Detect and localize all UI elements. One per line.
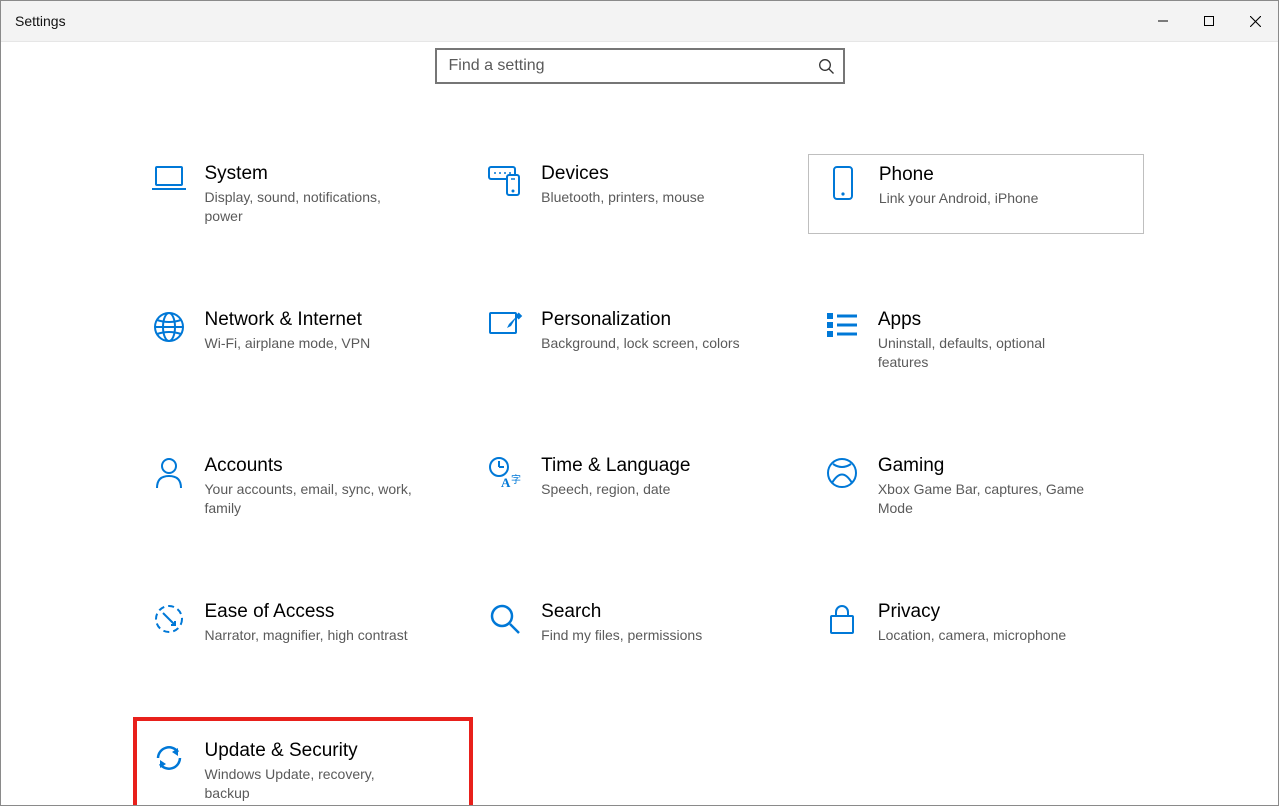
- tile-desc: Find my files, permissions: [541, 626, 702, 645]
- window-controls: [1140, 1, 1278, 41]
- apps-list-icon: [818, 310, 866, 350]
- search-icon: [818, 58, 835, 75]
- tile-desc: Xbox Game Bar, captures, Game Mode: [878, 480, 1088, 518]
- tile-system[interactable]: System Display, sound, notifications, po…: [135, 154, 472, 234]
- lock-icon: [818, 602, 866, 642]
- tile-search[interactable]: Search Find my files, permissions: [471, 592, 808, 653]
- tile-title: Apps: [878, 308, 1088, 332]
- settings-window: Settings: [0, 0, 1279, 806]
- tile-title: Devices: [541, 162, 704, 186]
- tile-apps[interactable]: Apps Uninstall, defaults, optional featu…: [808, 300, 1145, 380]
- tile-desc: Uninstall, defaults, optional features: [878, 334, 1088, 372]
- tile-update-security[interactable]: Update & Security Windows Update, recove…: [135, 719, 472, 805]
- tile-network[interactable]: Network & Internet Wi-Fi, airplane mode,…: [135, 300, 472, 380]
- tile-title: Time & Language: [541, 454, 690, 478]
- tile-desc: Link your Android, iPhone: [879, 189, 1039, 208]
- tile-personalization[interactable]: Personalization Background, lock screen,…: [471, 300, 808, 380]
- tile-time-language[interactable]: A 字 Time & Language Speech, region, date: [471, 446, 808, 526]
- tile-gaming[interactable]: Gaming Xbox Game Bar, captures, Game Mod…: [808, 446, 1145, 526]
- tile-title: Update & Security: [205, 739, 415, 763]
- tile-privacy[interactable]: Privacy Location, camera, microphone: [808, 592, 1145, 653]
- tile-title: Phone: [879, 163, 1039, 187]
- paint-icon: [481, 310, 529, 350]
- search-container: [435, 48, 845, 84]
- tile-desc: Windows Update, recovery, backup: [205, 765, 415, 803]
- tile-desc: Speech, region, date: [541, 480, 690, 499]
- search-input[interactable]: [447, 56, 818, 76]
- tile-desc: Location, camera, microphone: [878, 626, 1066, 645]
- devices-icon: [481, 164, 529, 204]
- ease-of-access-icon: [145, 602, 193, 642]
- categories-grid: System Display, sound, notifications, po…: [135, 154, 1145, 805]
- tile-title: Privacy: [878, 600, 1066, 624]
- person-icon: [145, 456, 193, 496]
- tile-accounts[interactable]: Accounts Your accounts, email, sync, wor…: [135, 446, 472, 526]
- content-area: System Display, sound, notifications, po…: [1, 42, 1278, 805]
- tile-devices[interactable]: Devices Bluetooth, printers, mouse: [471, 154, 808, 234]
- tile-title: Ease of Access: [205, 600, 408, 624]
- time-language-icon: A 字: [481, 456, 529, 496]
- tile-title: Gaming: [878, 454, 1088, 478]
- tile-desc: Bluetooth, printers, mouse: [541, 188, 704, 207]
- tile-desc: Your accounts, email, sync, work, family: [205, 480, 415, 518]
- tile-title: Personalization: [541, 308, 739, 332]
- tile-title: Network & Internet: [205, 308, 371, 332]
- tile-title: Search: [541, 600, 702, 624]
- tile-desc: Wi-Fi, airplane mode, VPN: [205, 334, 371, 353]
- svg-text:A: A: [501, 475, 511, 490]
- magnifier-icon: [481, 602, 529, 642]
- sync-icon: [145, 741, 193, 781]
- tile-title: System: [205, 162, 415, 186]
- svg-text:字: 字: [511, 473, 521, 486]
- tile-desc: Background, lock screen, colors: [541, 334, 739, 353]
- globe-icon: [145, 310, 193, 350]
- tile-ease-of-access[interactable]: Ease of Access Narrator, magnifier, high…: [135, 592, 472, 653]
- tile-phone[interactable]: Phone Link your Android, iPhone: [808, 154, 1145, 234]
- window-title: Settings: [15, 13, 66, 29]
- title-bar: Settings: [1, 1, 1278, 42]
- maximize-button[interactable]: [1186, 1, 1232, 41]
- minimize-button[interactable]: [1140, 1, 1186, 41]
- xbox-icon: [818, 456, 866, 496]
- tile-desc: Narrator, magnifier, high contrast: [205, 626, 408, 645]
- tile-title: Accounts: [205, 454, 415, 478]
- search-box[interactable]: [435, 48, 845, 84]
- tile-desc: Display, sound, notifications, power: [205, 188, 415, 226]
- laptop-icon: [145, 164, 193, 204]
- close-button[interactable]: [1232, 1, 1278, 41]
- phone-icon: [819, 165, 867, 205]
